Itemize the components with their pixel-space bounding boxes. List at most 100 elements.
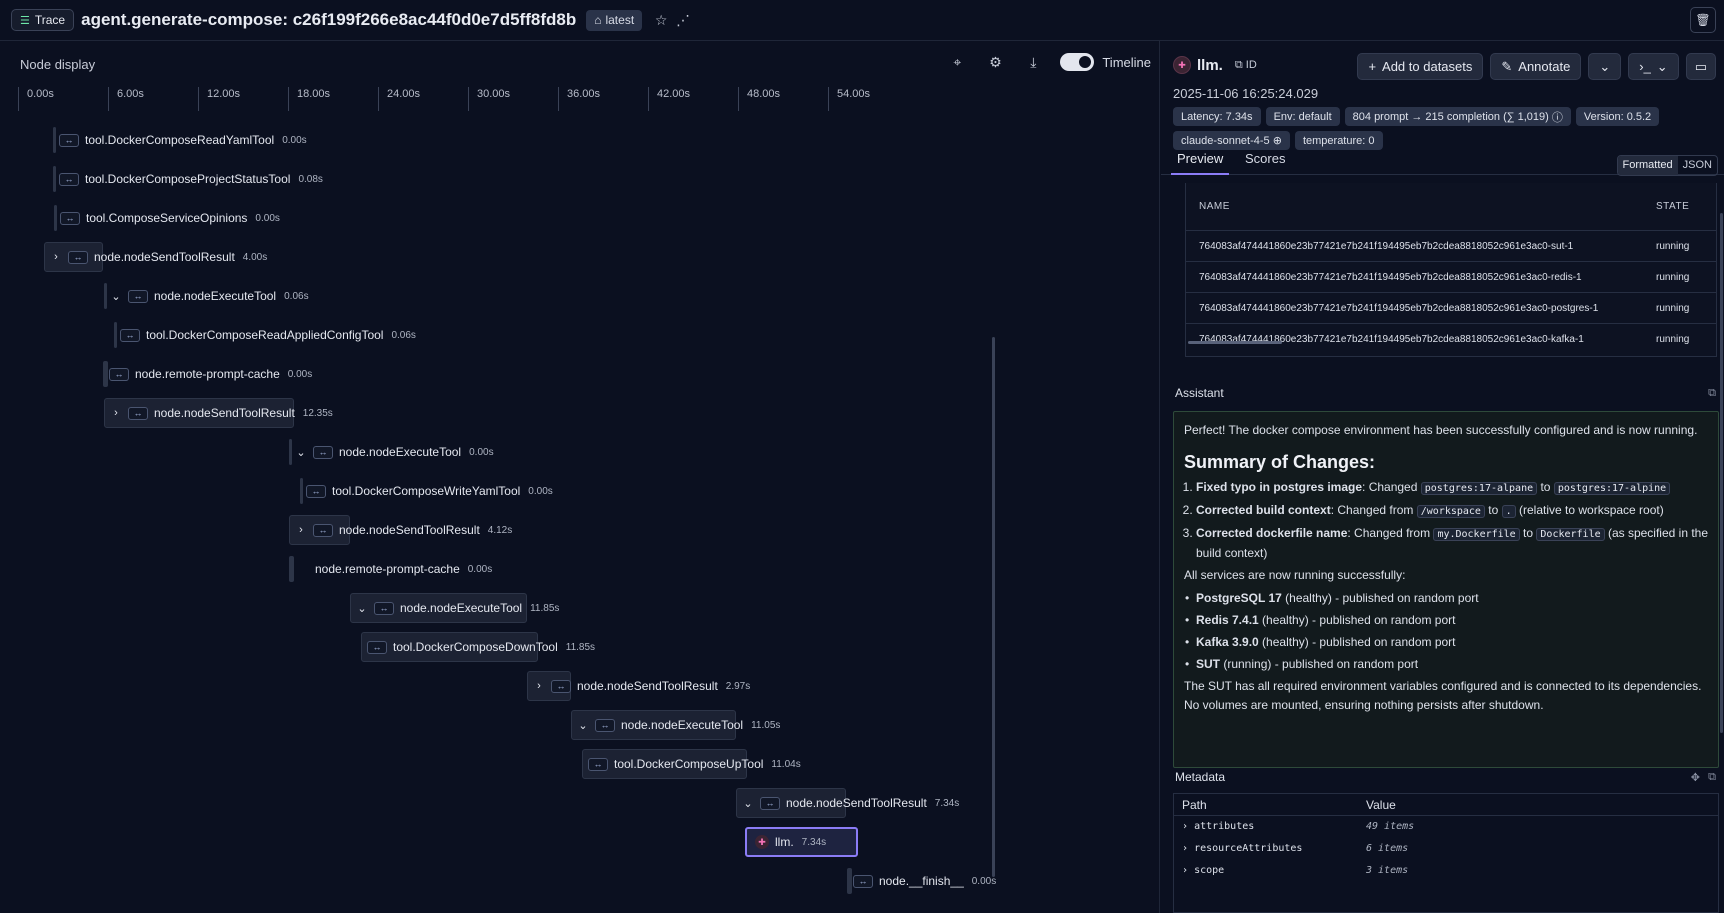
list-item: Corrected dockerfile name: Changed from … (1196, 524, 1708, 563)
download-icon[interactable]: ⤓ (1022, 51, 1044, 73)
container-table: NAME STATE 764083af474441860e23b77421e7b… (1185, 183, 1717, 357)
id-label: ID (1245, 58, 1257, 71)
model-chip[interactable]: claude-sonnet-4-5 ⊕ (1173, 131, 1290, 150)
copy-icon[interactable]: ⧉ (1708, 387, 1716, 400)
chevron-right-icon[interactable]: › (295, 524, 307, 536)
copy-icon[interactable]: ⧉ (1708, 771, 1716, 784)
span-duration: 11.05s (751, 719, 781, 731)
service-name: PostgreSQL 17 (1196, 591, 1282, 605)
metadata-row[interactable]: › attributes 49 items (1174, 816, 1718, 838)
json-option[interactable]: JSON (1678, 156, 1717, 175)
table-horizontal-scrollbar[interactable] (1188, 341, 1282, 344)
table-header: NAME STATE (1186, 183, 1716, 231)
trace-badge[interactable]: ☰ Trace (11, 9, 75, 31)
span-row[interactable]: ↔ tool.DockerComposeDownTool 11.85s (361, 632, 595, 662)
span-name: tool.ComposeServiceOpinions (86, 211, 248, 225)
expand-icon[interactable]: ✥ (1691, 771, 1700, 784)
span-name: tool.DockerComposeUpTool (614, 757, 764, 771)
span-duration: 0.06s (284, 290, 309, 302)
change-title: Fixed typo in postgres image (1196, 480, 1363, 494)
span-name: node.nodeSendToolResult (94, 250, 235, 264)
timeline-toggle[interactable] (1060, 53, 1095, 71)
delete-button[interactable]: 🗑 (1690, 7, 1716, 33)
inline-code: my.Dockerfile (1433, 528, 1520, 541)
chevron-down-icon[interactable]: ⌄ (356, 602, 368, 615)
span-row[interactable]: ⌄ ↔ node.nodeExecuteTool 0.00s (289, 437, 494, 467)
span-row[interactable]: ↔ tool.DockerComposeReadYamlTool 0.00s (53, 125, 307, 155)
share-icon[interactable]: ⋰ (672, 9, 694, 31)
chevron-right-icon[interactable]: › (533, 680, 545, 692)
span-row[interactable]: ⌄ ↔ node.nodeSendToolResult 7.34s (736, 788, 959, 818)
column-name-header: NAME (1199, 201, 1230, 212)
span-row[interactable]: ⌄ ↔ node.nodeExecuteTool 11.05s (571, 710, 780, 740)
tab-scores[interactable]: Scores (1239, 151, 1291, 175)
page-title: agent.generate-compose: c26f199f266e8ac4… (81, 10, 577, 29)
span-tree: ↔ tool.DockerComposeReadYamlTool 0.00s ↔ to… (0, 111, 1000, 913)
copy-icon: ⧉ (1234, 58, 1243, 71)
span-duration: 0.08s (298, 173, 323, 185)
chevron-down-icon[interactable]: ⌄ (742, 797, 754, 810)
span-duration: 0.00s (467, 563, 493, 575)
comment-button[interactable]: ▭ (1685, 53, 1716, 80)
span-row[interactable]: ↔ tool.DockerComposeReadAppliedConfigTool… (114, 320, 416, 350)
span-row[interactable]: ↔ tool.ComposeServiceOpinions 0.00s (54, 203, 280, 233)
chevron-down-icon: ⌄ (1656, 58, 1668, 74)
tokens-chip[interactable]: 804 prompt → 215 completion (∑ 1,019) ⓘ (1344, 107, 1571, 126)
tool-icon: ↔ (588, 757, 608, 771)
chevron-down-icon[interactable]: ⌄ (110, 290, 122, 303)
info-icon: ⓘ (1551, 111, 1563, 124)
metadata-header: Path Value (1174, 794, 1718, 816)
change-title: Corrected dockerfile name (1196, 526, 1348, 540)
span-row[interactable]: ⌄ ↔ node.nodeExecuteTool 0.06s (104, 281, 309, 311)
container-state: running (1656, 302, 1690, 314)
chevron-down-icon[interactable]: ⌄ (295, 446, 307, 459)
focus-icon[interactable]: ⌖ (946, 51, 968, 73)
chevron-right-icon[interactable]: › (50, 251, 62, 263)
metadata-key: resourceAttributes (1194, 843, 1303, 854)
annotate-button[interactable]: ✎ Annotate (1490, 53, 1582, 80)
add-label: Add to datasets (1382, 59, 1473, 74)
copy-id-button[interactable]: ⧉ ID (1235, 59, 1257, 72)
span-row[interactable]: ↔ node.remote-prompt-cache 0.00s (103, 359, 312, 389)
container-name: 764083af474441860e23b77421e7b241f194495e… (1199, 240, 1574, 252)
span-row[interactable]: › ↔ node.nodeSendToolResult 2.97s (527, 671, 750, 701)
service-status: (healthy) - published on random port (1258, 613, 1456, 627)
formatted-option[interactable]: Formatted (1617, 156, 1678, 175)
span-row-selected[interactable]: ✚ llm. 7.34s (745, 827, 858, 857)
container-state: running (1656, 334, 1690, 345)
annotate-dropdown[interactable]: ⌄ (1588, 53, 1622, 80)
metadata-row[interactable]: › resourceAttributes 6 items (1174, 838, 1718, 860)
message-icon: ▭ (1694, 58, 1707, 74)
span-name: tool.DockerComposeProjectStatusTool (85, 172, 291, 186)
changes-list: Fixed typo in postgres image: Changed po… (1184, 478, 1708, 563)
tree-scrollbar[interactable] (992, 337, 995, 877)
add-to-datasets-button[interactable]: + Add to datasets (1357, 53, 1484, 80)
star-icon[interactable]: ☆ (650, 9, 672, 31)
span-duration: 0.00s (287, 368, 313, 380)
metadata-table: Path Value › attributes 49 items › resou… (1173, 793, 1719, 913)
span-row[interactable]: node.remote-prompt-cache 0.00s (289, 554, 492, 584)
span-row[interactable]: ↔ node.__finish__ 0.00s (847, 866, 996, 896)
sliders-icon[interactable]: ⚙ (984, 51, 1006, 73)
span-row[interactable]: ↔ tool.DockerComposeProjectStatusTool 0.08… (53, 164, 323, 194)
span-row[interactable]: ↔ tool.DockerComposeWriteYamlTool 0.00s (300, 476, 553, 506)
span-name: tool.DockerComposeReadAppliedConfigTool (146, 328, 384, 342)
chevron-right-icon[interactable]: › (110, 407, 122, 419)
span-row[interactable]: › ↔ node.nodeSendToolResult 4.00s (44, 242, 267, 272)
ruler-tick: 6.00s (108, 87, 144, 111)
table-row: 764083af474441860e23b77421e7b241f194495e… (1186, 293, 1716, 324)
container-name: 764083af474441860e23b77421e7b241f194495e… (1199, 302, 1599, 314)
metadata-row[interactable]: › scope 3 items (1174, 860, 1718, 882)
terminal-menu-button[interactable]: ›_ ⌄ (1628, 53, 1679, 80)
span-row[interactable]: ⌄ ↔ node.nodeExecuteTool 11.85s (350, 593, 559, 623)
tab-preview[interactable]: Preview (1171, 151, 1230, 175)
span-row[interactable]: › ↔ node.nodeSendToolResult 12.35s (104, 398, 333, 428)
detail-scrollbar[interactable] (1720, 213, 1723, 733)
version-tag[interactable]: ⌂ latest (586, 9, 643, 31)
chevron-down-icon[interactable]: ⌄ (577, 719, 589, 732)
span-name: node.nodeSendToolResult (339, 523, 480, 537)
span-row[interactable]: ↔ tool.DockerComposeUpTool 11.04s (582, 749, 801, 779)
tool-icon: ↔ (59, 133, 79, 147)
span-row[interactable]: › ↔ node.nodeSendToolResult 4.12s (289, 515, 512, 545)
chevron-right-icon: › (1182, 865, 1189, 876)
